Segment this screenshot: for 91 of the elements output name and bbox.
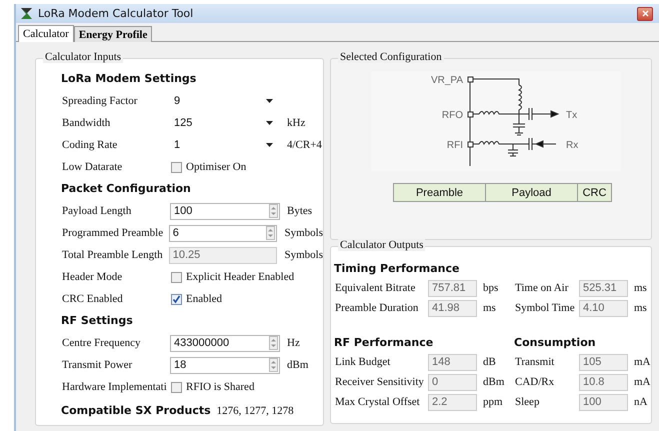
caret-icon bbox=[266, 99, 273, 103]
readonly-field: 4.10 bbox=[579, 300, 628, 316]
spin-field[interactable]: 433000000 bbox=[170, 334, 280, 352]
spin-field[interactable]: 18 bbox=[170, 356, 280, 374]
field-label: Coding Rate bbox=[62, 139, 118, 151]
unit-label: mA bbox=[634, 376, 650, 388]
checkbox[interactable]: Enabled bbox=[171, 293, 222, 305]
field-label: Link Budget bbox=[335, 356, 392, 368]
unit-label: 4/CR+4 bbox=[287, 139, 322, 151]
field-label: Payload Length bbox=[62, 205, 132, 217]
section-heading: RF Performance bbox=[334, 335, 434, 351]
section-heading: LoRa Modem Settings bbox=[61, 71, 198, 87]
tab[interactable]: Energy Profile bbox=[74, 26, 152, 42]
pin-label: VR_PA bbox=[430, 75, 463, 86]
spin-arrows-icon[interactable] bbox=[269, 358, 278, 372]
spin-field[interactable]: 6 bbox=[168, 224, 278, 242]
port-label: Rx bbox=[566, 140, 578, 151]
packet-segment: Preamble bbox=[393, 183, 486, 202]
readonly-field: 105 bbox=[579, 354, 628, 370]
product-list: 1276, 1277, 1278 bbox=[216, 405, 294, 417]
field-label: Sleep bbox=[515, 396, 540, 408]
unit-label: Symbols bbox=[284, 249, 323, 261]
spin-arrows-icon[interactable] bbox=[269, 204, 278, 218]
tick-icon bbox=[172, 294, 181, 304]
field-label: Programmed Preamble bbox=[62, 227, 164, 239]
pin-label: RFI bbox=[446, 140, 463, 151]
checkbox[interactable]: Optimiser On bbox=[171, 161, 246, 173]
field-label: Transmit Power bbox=[62, 359, 134, 371]
unit-label: Hz bbox=[287, 337, 300, 349]
field-label: Header Mode bbox=[62, 271, 124, 283]
readonly-field: 525.31 bbox=[579, 280, 628, 296]
unit-label: Bytes bbox=[287, 205, 312, 217]
close-button[interactable] bbox=[637, 6, 653, 20]
readonly-field: 10.8 bbox=[579, 374, 628, 390]
unit-label: nA bbox=[634, 396, 648, 408]
port-label: Tx bbox=[566, 110, 578, 121]
section-heading: Compatible SX Products bbox=[61, 403, 211, 419]
field-label: Preamble Duration bbox=[335, 302, 420, 314]
readonly-field: 148 bbox=[428, 354, 477, 370]
section-heading: Timing Performance bbox=[334, 261, 460, 277]
field-label: Max Crystal Offset bbox=[335, 396, 421, 408]
window-title: LoRa Modem Calculator Tool bbox=[38, 7, 194, 20]
packet-segment: CRC bbox=[578, 183, 612, 202]
section-heading: Packet Configuration bbox=[61, 181, 192, 197]
unit-label: ms bbox=[634, 282, 647, 294]
unit-label: ms bbox=[634, 302, 647, 314]
group-title: Calculator Outputs bbox=[338, 239, 426, 251]
readonly-field: 100 bbox=[579, 394, 628, 410]
field-label: Equivalent Bitrate bbox=[335, 282, 416, 294]
caret-icon bbox=[266, 121, 273, 125]
section-heading: Consumption bbox=[514, 335, 597, 351]
close-icon bbox=[642, 10, 648, 17]
packet-segment: Payload bbox=[486, 183, 578, 202]
field-label: Transmit bbox=[515, 356, 556, 368]
caret-icon bbox=[266, 143, 273, 147]
field-label: Spreading Factor bbox=[62, 95, 138, 107]
readonly-field: 0 bbox=[428, 374, 477, 390]
checkbox[interactable]: RFIO is Shared bbox=[171, 381, 254, 393]
readonly-field: 2.2 bbox=[428, 394, 477, 410]
field-label: Hardware Implementati bbox=[62, 381, 168, 393]
field-label: Centre Frequency bbox=[62, 337, 142, 349]
unit-label: kHz bbox=[287, 117, 306, 129]
field-label: Bandwidth bbox=[62, 117, 112, 129]
spin-arrows-icon[interactable] bbox=[266, 226, 276, 240]
section-heading: RF Settings bbox=[61, 313, 134, 329]
unit-label: dBm bbox=[287, 359, 308, 371]
spin-field[interactable]: 100 bbox=[170, 202, 280, 220]
field-label: Time on Air bbox=[515, 282, 570, 294]
field-label: Symbol Time bbox=[515, 302, 576, 314]
unit-label: ms bbox=[483, 302, 496, 314]
group-title: Calculator Inputs bbox=[43, 51, 124, 63]
unit-label: ppm bbox=[483, 396, 503, 408]
unit-label: Symbols bbox=[284, 227, 323, 239]
field-label: CAD/Rx bbox=[515, 376, 556, 388]
readonly-field: 41.98 bbox=[428, 300, 477, 316]
readonly-field: 757.81 bbox=[428, 280, 477, 296]
field-label: Low Datarate bbox=[62, 161, 124, 173]
field-label: CRC Enabled bbox=[62, 293, 124, 305]
unit-label: dBm bbox=[483, 376, 504, 388]
field-label: Total Preamble Length bbox=[62, 249, 164, 261]
unit-label: dB bbox=[483, 356, 496, 368]
tab[interactable]: Calculator bbox=[18, 25, 74, 42]
unit-label: bps bbox=[483, 282, 498, 294]
checkbox[interactable]: Explicit Header Enabled bbox=[171, 271, 294, 283]
field-label: Receiver Sensitivity bbox=[335, 376, 425, 388]
unit-label: mA bbox=[634, 356, 650, 368]
pin-label: RFO bbox=[442, 110, 463, 121]
readonly-field: 10.25 bbox=[168, 246, 278, 264]
spin-arrows-icon[interactable] bbox=[269, 336, 278, 350]
group-title: Selected Configuration bbox=[338, 51, 444, 63]
app-icon bbox=[20, 7, 33, 20]
